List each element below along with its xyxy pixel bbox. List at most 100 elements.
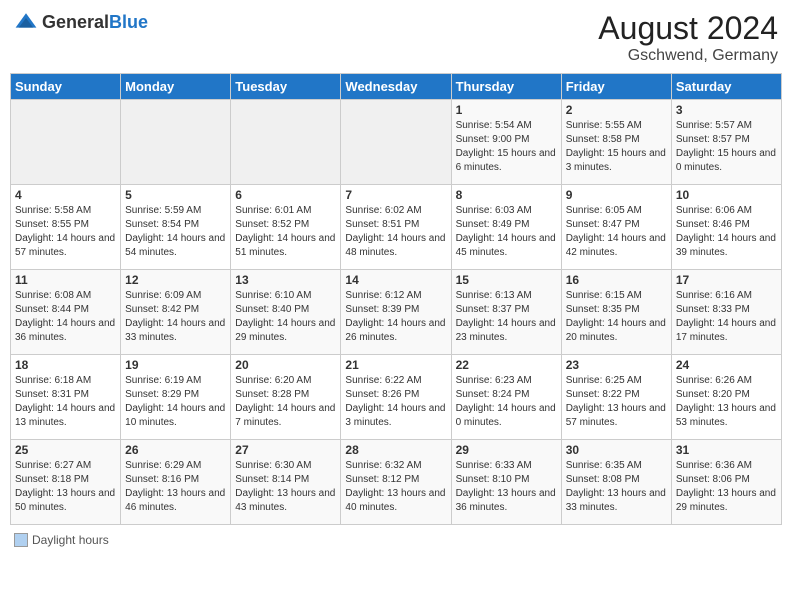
day-info: Sunrise: 6:32 AM Sunset: 8:12 PM Dayligh… <box>345 459 446 515</box>
day-info: Sunrise: 5:54 AM Sunset: 9:00 PM Dayligh… <box>456 119 557 175</box>
header-row: SundayMondayTuesdayWednesdayThursdayFrid… <box>11 74 782 100</box>
day-number: 27 <box>235 443 336 457</box>
calendar-cell: 22 Sunrise: 6:23 AM Sunset: 8:24 PM Dayli… <box>451 355 561 440</box>
calendar-cell: 16Sunrise: 6:15 AM Sunset: 8:35 PM Dayli… <box>561 270 671 355</box>
day-number: 15 <box>456 273 557 287</box>
calendar-week-3: 11Sunrise: 6:08 AM Sunset: 8:44 PM Dayli… <box>11 270 782 355</box>
calendar-cell: 29Sunrise: 6:33 AM Sunset: 8:10 PM Dayli… <box>451 440 561 525</box>
day-number: 20 <box>235 358 336 372</box>
page-header: General Blue August 2024 Gschwend, Germa… <box>10 10 782 65</box>
calendar-cell: 27 Sunrise: 6:30 AM Sunset: 8:14 PM Dayli… <box>231 440 341 525</box>
legend-label: Daylight hours <box>32 533 109 547</box>
day-number: 24 <box>676 358 777 372</box>
legend-color-box <box>14 533 28 547</box>
calendar-cell: 15Sunrise: 6:13 AM Sunset: 8:37 PM Dayli… <box>451 270 561 355</box>
calendar-table: SundayMondayTuesdayWednesdayThursdayFrid… <box>10 73 782 525</box>
calendar-cell: 26Sunrise: 6:29 AM Sunset: 8:16 PM Dayli… <box>121 440 231 525</box>
calendar-cell: 20 Sunrise: 6:20 AM Sunset: 8:28 PM Dayli… <box>231 355 341 440</box>
calendar-cell: 6Sunrise: 6:01 AM Sunset: 8:52 PM Daylig… <box>231 185 341 270</box>
day-number: 3 <box>676 103 777 117</box>
day-header-thursday: Thursday <box>451 74 561 100</box>
day-info: Sunrise: 6:20 AM Sunset: 8:28 PM Dayligh… <box>235 374 336 430</box>
day-info: Sunrise: 6:27 AM Sunset: 8:18 PM Dayligh… <box>15 459 116 515</box>
calendar-cell: 21 Sunrise: 6:22 AM Sunset: 8:26 PM Dayli… <box>341 355 451 440</box>
calendar-cell: 1 Sunrise: 5:54 AM Sunset: 9:00 PM Daylig… <box>451 100 561 185</box>
month-year: August 2024 <box>598 10 778 47</box>
day-number: 26 <box>125 443 226 457</box>
calendar-cell: 31 Sunrise: 6:36 AM Sunset: 8:06 PM Dayli… <box>671 440 781 525</box>
day-info: Sunrise: 6:26 AM Sunset: 8:20 PM Dayligh… <box>676 374 777 430</box>
calendar-cell: 24 Sunrise: 6:26 AM Sunset: 8:20 PM Dayli… <box>671 355 781 440</box>
day-info: Sunrise: 6:35 AM Sunset: 8:08 PM Dayligh… <box>566 459 667 515</box>
day-info: Sunrise: 6:05 AM Sunset: 8:47 PM Dayligh… <box>566 204 667 260</box>
day-info: Sunrise: 6:12 AM Sunset: 8:39 PM Dayligh… <box>345 289 446 345</box>
day-info: Sunrise: 6:36 AM Sunset: 8:06 PM Dayligh… <box>676 459 777 515</box>
calendar-cell <box>121 100 231 185</box>
day-info: Sunrise: 5:58 AM Sunset: 8:55 PM Dayligh… <box>15 204 116 260</box>
day-header-sunday: Sunday <box>11 74 121 100</box>
logo: General Blue <box>14 10 148 34</box>
calendar-week-5: 25 Sunrise: 6:27 AM Sunset: 8:18 PM Dayli… <box>11 440 782 525</box>
day-number: 31 <box>676 443 777 457</box>
legend-item: Daylight hours <box>14 533 109 547</box>
calendar-cell: 11Sunrise: 6:08 AM Sunset: 8:44 PM Dayli… <box>11 270 121 355</box>
calendar-cell: 30 Sunrise: 6:35 AM Sunset: 8:08 PM Dayli… <box>561 440 671 525</box>
calendar-cell: 17 Sunrise: 6:16 AM Sunset: 8:33 PM Dayli… <box>671 270 781 355</box>
calendar-cell: 10Sunrise: 6:06 AM Sunset: 8:46 PM Dayli… <box>671 185 781 270</box>
day-number: 30 <box>566 443 667 457</box>
location: Gschwend, Germany <box>598 47 778 65</box>
day-number: 2 <box>566 103 667 117</box>
day-number: 12 <box>125 273 226 287</box>
day-info: Sunrise: 6:06 AM Sunset: 8:46 PM Dayligh… <box>676 204 777 260</box>
calendar-cell: 18Sunrise: 6:18 AM Sunset: 8:31 PM Dayli… <box>11 355 121 440</box>
day-info: Sunrise: 6:30 AM Sunset: 8:14 PM Dayligh… <box>235 459 336 515</box>
legend: Daylight hours <box>10 533 782 550</box>
day-number: 23 <box>566 358 667 372</box>
day-number: 17 <box>676 273 777 287</box>
calendar-cell: 4Sunrise: 5:58 AM Sunset: 8:55 PM Daylig… <box>11 185 121 270</box>
day-number: 1 <box>456 103 557 117</box>
day-number: 9 <box>566 188 667 202</box>
day-info: Sunrise: 6:19 AM Sunset: 8:29 PM Dayligh… <box>125 374 226 430</box>
day-header-wednesday: Wednesday <box>341 74 451 100</box>
calendar-cell: 28 Sunrise: 6:32 AM Sunset: 8:12 PM Dayli… <box>341 440 451 525</box>
title-block: August 2024 Gschwend, Germany <box>598 10 778 65</box>
day-header-friday: Friday <box>561 74 671 100</box>
calendar-week-1: 1 Sunrise: 5:54 AM Sunset: 9:00 PM Daylig… <box>11 100 782 185</box>
day-number: 21 <box>345 358 446 372</box>
day-info: Sunrise: 5:57 AM Sunset: 8:57 PM Dayligh… <box>676 119 777 175</box>
day-info: Sunrise: 6:03 AM Sunset: 8:49 PM Dayligh… <box>456 204 557 260</box>
day-number: 7 <box>345 188 446 202</box>
calendar-cell: 8 Sunrise: 6:03 AM Sunset: 8:49 PM Daylig… <box>451 185 561 270</box>
day-number: 16 <box>566 273 667 287</box>
calendar-cell <box>11 100 121 185</box>
day-info: Sunrise: 5:59 AM Sunset: 8:54 PM Dayligh… <box>125 204 226 260</box>
day-info: Sunrise: 6:22 AM Sunset: 8:26 PM Dayligh… <box>345 374 446 430</box>
day-number: 22 <box>456 358 557 372</box>
calendar-cell: 13 Sunrise: 6:10 AM Sunset: 8:40 PM Dayli… <box>231 270 341 355</box>
day-number: 28 <box>345 443 446 457</box>
calendar-cell <box>231 100 341 185</box>
day-number: 13 <box>235 273 336 287</box>
day-info: Sunrise: 5:55 AM Sunset: 8:58 PM Dayligh… <box>566 119 667 175</box>
day-header-saturday: Saturday <box>671 74 781 100</box>
day-number: 25 <box>15 443 116 457</box>
day-info: Sunrise: 6:23 AM Sunset: 8:24 PM Dayligh… <box>456 374 557 430</box>
calendar-cell: 12 Sunrise: 6:09 AM Sunset: 8:42 PM Dayli… <box>121 270 231 355</box>
day-number: 6 <box>235 188 336 202</box>
calendar-week-4: 18Sunrise: 6:18 AM Sunset: 8:31 PM Dayli… <box>11 355 782 440</box>
day-info: Sunrise: 6:10 AM Sunset: 8:40 PM Dayligh… <box>235 289 336 345</box>
calendar-cell: 5Sunrise: 5:59 AM Sunset: 8:54 PM Daylig… <box>121 185 231 270</box>
day-info: Sunrise: 6:16 AM Sunset: 8:33 PM Dayligh… <box>676 289 777 345</box>
calendar-cell: 14Sunrise: 6:12 AM Sunset: 8:39 PM Dayli… <box>341 270 451 355</box>
calendar-cell: 7Sunrise: 6:02 AM Sunset: 8:51 PM Daylig… <box>341 185 451 270</box>
logo-blue: Blue <box>109 12 148 33</box>
day-number: 8 <box>456 188 557 202</box>
calendar-week-2: 4Sunrise: 5:58 AM Sunset: 8:55 PM Daylig… <box>11 185 782 270</box>
day-number: 19 <box>125 358 226 372</box>
day-info: Sunrise: 6:09 AM Sunset: 8:42 PM Dayligh… <box>125 289 226 345</box>
logo-general: General <box>42 12 109 33</box>
calendar-cell <box>341 100 451 185</box>
day-info: Sunrise: 6:08 AM Sunset: 8:44 PM Dayligh… <box>15 289 116 345</box>
calendar-cell: 19 Sunrise: 6:19 AM Sunset: 8:29 PM Dayli… <box>121 355 231 440</box>
